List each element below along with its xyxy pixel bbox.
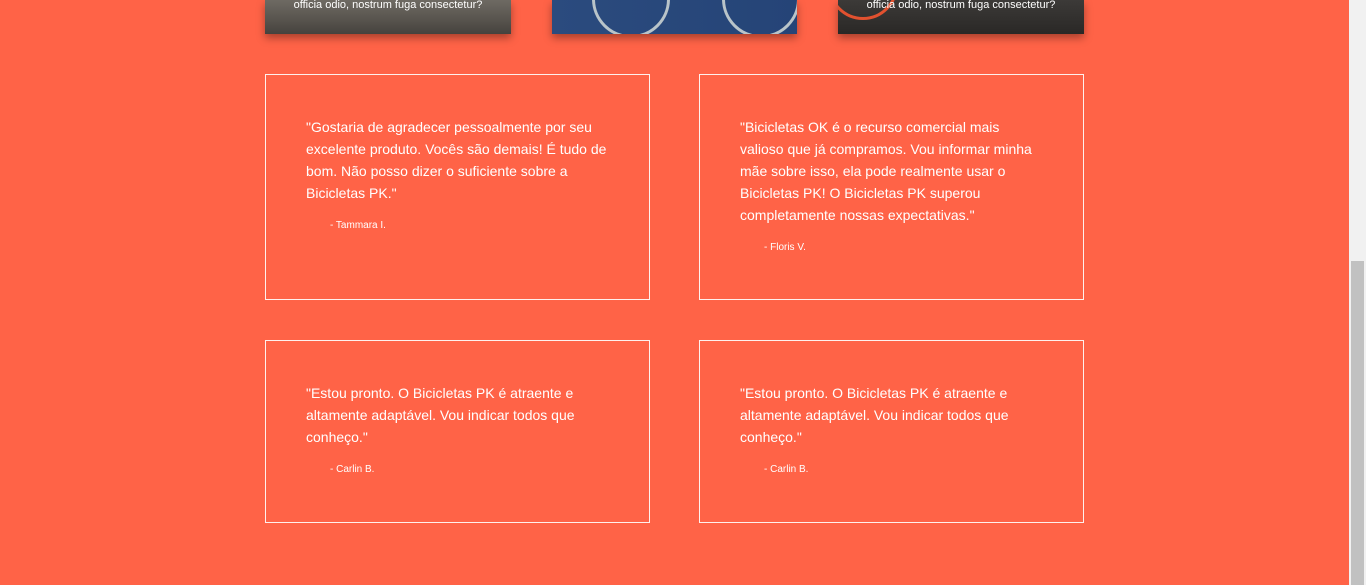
testimonial-author: - Carlin B. <box>764 464 809 475</box>
testimonial-card: "Estou pronto. O Bicicletas PK é atraent… <box>265 340 650 523</box>
testimonial-card: "Bicicletas OK é o recurso comercial mai… <box>699 74 1084 300</box>
testimonial-card: "Estou pronto. O Bicicletas PK é atraent… <box>699 340 1084 523</box>
testimonial-author: - Carlin B. <box>330 464 375 475</box>
gallery-card-3[interactable]: officia odio, nostrum fuga consectetur? <box>838 0 1084 34</box>
gallery-card-2[interactable] <box>552 0 797 34</box>
page: officia odio, nostrum fuga consectetur? … <box>0 0 1349 585</box>
gallery-caption: officia odio, nostrum fuga consectetur? <box>866 0 1056 11</box>
testimonial-card: "Gostaria de agradecer pessoalmente por … <box>265 74 650 300</box>
testimonial-quote: "Estou pronto. O Bicicletas PK é atraent… <box>740 385 1009 445</box>
testimonial-author: - Tammara I. <box>330 220 386 231</box>
testimonial-author: - Floris V. <box>764 242 806 253</box>
gallery-caption: officia odio, nostrum fuga consectetur? <box>293 0 483 11</box>
scrollbar-thumb[interactable] <box>1351 261 1364 585</box>
testimonial-quote: "Estou pronto. O Bicicletas PK é atraent… <box>306 385 575 445</box>
testimonial-quote: "Bicicletas OK é o recurso comercial mai… <box>740 119 1032 223</box>
gallery-card-1[interactable]: officia odio, nostrum fuga consectetur? <box>265 0 511 34</box>
testimonial-quote: "Gostaria de agradecer pessoalmente por … <box>306 119 607 201</box>
